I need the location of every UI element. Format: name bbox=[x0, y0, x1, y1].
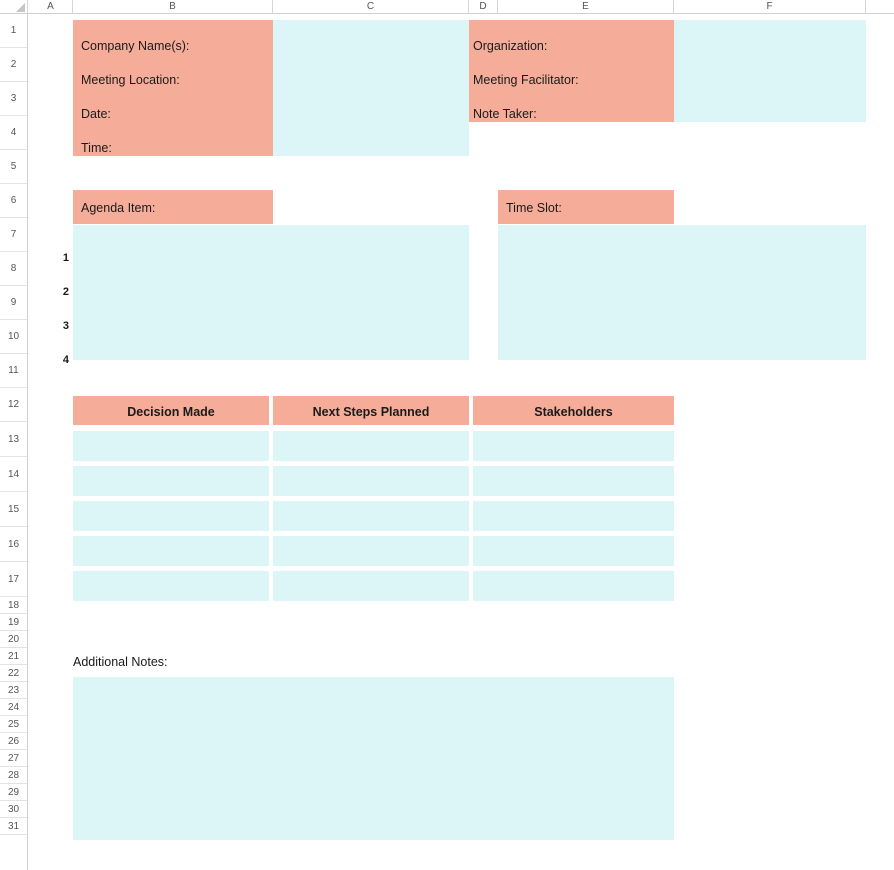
table-row[interactable] bbox=[273, 431, 469, 461]
row-header-12[interactable]: 12 bbox=[0, 388, 27, 422]
row-header-19[interactable]: 19 bbox=[0, 614, 27, 631]
agenda-number-1: 1 bbox=[62, 252, 69, 264]
table-row[interactable] bbox=[473, 536, 674, 566]
column-header-d[interactable]: D bbox=[469, 0, 498, 13]
agenda-number-3: 3 bbox=[62, 320, 69, 332]
table-header-label-stakeholders: Stakeholders bbox=[534, 405, 613, 419]
column-header-a[interactable]: A bbox=[29, 0, 73, 13]
row-header-6[interactable]: 6 bbox=[0, 184, 27, 218]
table-row[interactable] bbox=[473, 466, 674, 496]
row-header-31[interactable]: 31 bbox=[0, 818, 27, 835]
row-header-1[interactable]: 1 bbox=[0, 14, 27, 48]
column-header-b[interactable]: B bbox=[73, 0, 273, 13]
table-row[interactable] bbox=[473, 571, 674, 601]
column-header-strip: A B C D E F bbox=[0, 0, 894, 14]
row-header-14[interactable]: 14 bbox=[0, 457, 27, 492]
row-header-20[interactable]: 20 bbox=[0, 631, 27, 648]
row-header-15[interactable]: 15 bbox=[0, 492, 27, 527]
table-row[interactable] bbox=[73, 571, 269, 601]
row-header-10[interactable]: 10 bbox=[0, 320, 27, 354]
table-row[interactable] bbox=[473, 501, 674, 531]
row-header-24[interactable]: 24 bbox=[0, 699, 27, 716]
label-time: Time: bbox=[81, 141, 112, 155]
label-organization: Organization: bbox=[473, 39, 548, 53]
table-row[interactable] bbox=[273, 466, 469, 496]
table-row[interactable] bbox=[73, 501, 269, 531]
row-header-30[interactable]: 30 bbox=[0, 801, 27, 818]
label-note-taker: Note Taker: bbox=[473, 107, 537, 121]
table-header-label-next-steps: Next Steps Planned bbox=[312, 405, 430, 419]
spreadsheet-canvas[interactable]: A B C D E F 1 2 3 4 5 6 7 8 9 10 11 12 1… bbox=[0, 0, 894, 870]
row-header-3[interactable]: 3 bbox=[0, 82, 27, 116]
row-header-25[interactable]: 25 bbox=[0, 716, 27, 733]
column-header-c[interactable]: C bbox=[273, 0, 469, 13]
table-row[interactable] bbox=[73, 536, 269, 566]
row-header-26[interactable]: 26 bbox=[0, 733, 27, 750]
row-header-4[interactable]: 4 bbox=[0, 116, 27, 150]
row-header-22[interactable]: 22 bbox=[0, 665, 27, 682]
table-row[interactable] bbox=[273, 501, 469, 531]
label-company-name: Company Name(s): bbox=[81, 39, 190, 53]
row-header-23[interactable]: 23 bbox=[0, 682, 27, 699]
column-header-e[interactable]: E bbox=[498, 0, 674, 13]
table-header-label-decision-made: Decision Made bbox=[127, 405, 215, 419]
row-header-18[interactable]: 18 bbox=[0, 597, 27, 614]
row-header-2[interactable]: 2 bbox=[0, 48, 27, 82]
label-time-slot: Time Slot: bbox=[506, 201, 562, 215]
label-date: Date: bbox=[81, 107, 111, 121]
row-header-28[interactable]: 28 bbox=[0, 767, 27, 784]
row-header-13[interactable]: 13 bbox=[0, 422, 27, 457]
table-row[interactable] bbox=[473, 431, 674, 461]
row-header-7[interactable]: 7 bbox=[0, 218, 27, 252]
row-header-17[interactable]: 17 bbox=[0, 562, 27, 597]
label-meeting-facilitator: Meeting Facilitator: bbox=[473, 73, 579, 87]
agenda-number-2: 2 bbox=[62, 286, 69, 298]
grid-body: Company Name(s): Meeting Location: Date:… bbox=[29, 14, 894, 870]
table-row[interactable] bbox=[73, 431, 269, 461]
table-row[interactable] bbox=[73, 466, 269, 496]
label-additional-notes: Additional Notes: bbox=[73, 655, 168, 669]
agenda-number-4: 4 bbox=[62, 354, 69, 366]
row-header-8[interactable]: 8 bbox=[0, 252, 27, 286]
meeting-info-right-input[interactable] bbox=[674, 20, 866, 122]
row-header-strip: 1 2 3 4 5 6 7 8 9 10 11 12 13 14 15 16 1… bbox=[0, 14, 28, 870]
agenda-item-input-area[interactable] bbox=[73, 225, 469, 360]
label-agenda-item: Agenda Item: bbox=[81, 201, 156, 215]
row-header-29[interactable]: 29 bbox=[0, 784, 27, 801]
table-row[interactable] bbox=[273, 571, 469, 601]
row-header-27[interactable]: 27 bbox=[0, 750, 27, 767]
row-header-11[interactable]: 11 bbox=[0, 354, 27, 388]
meeting-info-left-input[interactable] bbox=[273, 20, 469, 156]
select-all-corner[interactable] bbox=[0, 0, 28, 13]
row-header-5[interactable]: 5 bbox=[0, 150, 27, 184]
additional-notes-input[interactable] bbox=[73, 677, 674, 840]
row-header-9[interactable]: 9 bbox=[0, 286, 27, 320]
select-all-triangle-icon bbox=[16, 3, 25, 12]
label-meeting-location: Meeting Location: bbox=[81, 73, 180, 87]
column-header-f[interactable]: F bbox=[674, 0, 866, 13]
time-slot-input-area[interactable] bbox=[498, 225, 866, 360]
row-header-21[interactable]: 21 bbox=[0, 648, 27, 665]
row-header-16[interactable]: 16 bbox=[0, 527, 27, 562]
table-row[interactable] bbox=[273, 536, 469, 566]
